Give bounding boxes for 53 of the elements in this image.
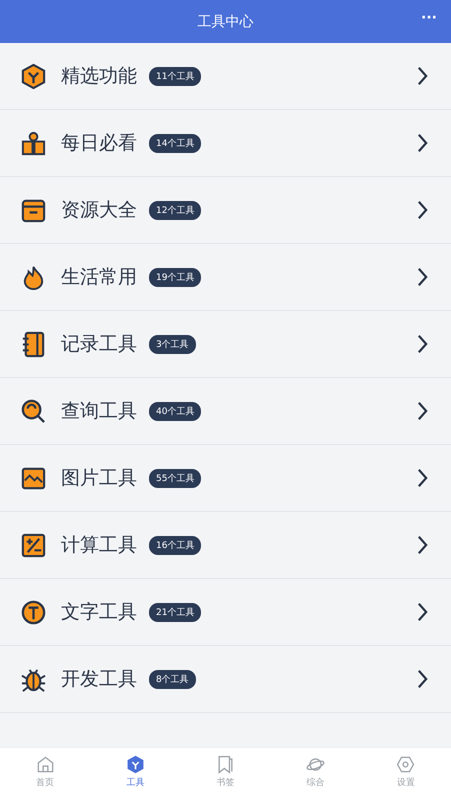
page-title: 工具中心 (198, 12, 254, 30)
tool-count-badge: 3个工具 (149, 334, 196, 354)
tool-count-badge: 21个工具 (149, 602, 202, 622)
tool-count-badge: 12个工具 (149, 200, 202, 220)
tab-bar-item[interactable]: 工具 (90, 748, 180, 795)
category-name: 查询工具 (61, 399, 137, 424)
tool-count-badge: 55个工具 (149, 468, 202, 488)
category-name: 计算工具 (61, 533, 137, 558)
category-name: 生活常用 (61, 265, 137, 290)
category-row[interactable]: 资源大全 12个工具 (0, 177, 451, 244)
category-name: 开发工具 (61, 667, 137, 692)
book-icon (20, 130, 47, 156)
category-name: 每日必看 (61, 131, 137, 156)
category-row[interactable]: 精选功能 11个工具 (0, 43, 451, 110)
cube-icon (126, 754, 145, 774)
chevron-right-icon (416, 132, 429, 154)
category-name: 文字工具 (61, 600, 137, 625)
search-icon (20, 398, 47, 424)
circle-t-icon (20, 598, 47, 626)
chevron-right-icon (416, 601, 429, 623)
settings-icon (396, 754, 416, 774)
category-name: 资源大全 (61, 198, 137, 223)
chevron-right-icon (416, 400, 429, 422)
category-row[interactable]: 生活常用 19个工具 (0, 244, 451, 311)
category-name: 记录工具 (61, 332, 137, 357)
more-button[interactable]: ··· (421, 10, 437, 26)
category-name: 图片工具 (61, 466, 137, 491)
cube-icon (20, 62, 47, 90)
category-row[interactable]: 计算工具 16个工具 (0, 512, 451, 579)
notebook-icon (20, 330, 47, 358)
tool-count-badge: 14个工具 (149, 134, 202, 152)
category-row[interactable]: 文字工具 21个工具 (0, 579, 451, 646)
tool-count-badge: 40个工具 (149, 402, 202, 420)
category-row[interactable]: 每日必看 14个工具 (0, 110, 451, 177)
category-row[interactable]: 记录工具 3个工具 (0, 311, 451, 378)
home-icon (36, 754, 55, 774)
chevron-right-icon (416, 668, 429, 690)
bookmark-icon (216, 754, 235, 774)
calculator-icon (20, 532, 47, 558)
chevron-right-icon (416, 266, 429, 288)
tool-count-badge: 11个工具 (149, 66, 202, 86)
chevron-right-icon (416, 199, 429, 221)
category-row[interactable]: 开发工具 8个工具 (0, 646, 451, 713)
tool-count-badge: 16个工具 (149, 536, 202, 554)
chevron-right-icon (416, 65, 429, 87)
category-row[interactable]: 图片工具 55个工具 (0, 445, 451, 512)
category-row[interactable]: 查询工具 40个工具 (0, 378, 451, 445)
tool-count-badge: 19个工具 (149, 268, 202, 286)
chevron-right-icon (416, 534, 429, 556)
chevron-right-icon (416, 467, 429, 489)
tool-count-badge: 8个工具 (149, 670, 196, 688)
category-name: 精选功能 (61, 64, 137, 89)
chevron-right-icon (416, 333, 429, 355)
